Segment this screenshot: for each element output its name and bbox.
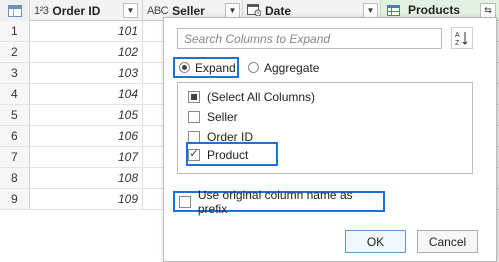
order-id-cell[interactable]: 102 [30,42,143,62]
order-id-cell[interactable]: 106 [30,126,143,146]
item-label: Product [207,147,249,162]
order-id-cell[interactable]: 108 [30,168,143,188]
prefix-checkbox[interactable] [179,195,191,208]
order-id-cell[interactable]: 109 [30,189,143,209]
order-id-cell[interactable]: 105 [30,105,143,125]
column-title: Seller [172,3,205,18]
column-item-product[interactable]: Product [188,145,248,164]
item-label: (Select All Columns) [207,89,316,104]
seller-checkbox[interactable] [188,110,200,123]
aggregate-radio[interactable] [248,62,259,73]
row-number[interactable]: 8 [0,168,30,188]
expand-columns-popup: Search Columns to Expand A Z Expand Aggr… [163,17,497,262]
aggregate-option[interactable]: Aggregate [246,57,319,78]
filter-dropdown-button[interactable]: ▼ [225,3,240,18]
order-id-cell[interactable]: 107 [30,147,143,167]
text-type-icon[interactable]: ABC [147,5,169,17]
order-id-cell[interactable]: 101 [30,21,143,41]
order-id-cell[interactable]: 104 [30,84,143,104]
filter-dropdown-button[interactable]: ▼ [123,3,138,18]
prefix-option[interactable]: Use original column name as prefix [173,188,385,216]
row-number[interactable]: 2 [0,42,30,62]
row-number[interactable]: 9 [0,189,30,209]
number-type-icon[interactable]: 1²3 [34,5,49,17]
table-icon [8,4,22,17]
select-all-item[interactable]: (Select All Columns) [188,87,315,106]
search-columns-input[interactable]: Search Columns to Expand [177,28,442,49]
aggregate-label: Aggregate [264,60,320,75]
select-all-checkbox[interactable] [188,90,200,103]
product-checkbox[interactable] [188,148,200,161]
column-item-seller[interactable]: Seller [188,107,238,126]
column-header-order-id[interactable]: 1²3 Order ID ▼ [30,0,143,21]
order-id-cell[interactable]: 103 [30,63,143,83]
expand-column-icon[interactable]: ⇆ [480,3,496,18]
row-number[interactable]: 7 [0,147,30,167]
row-number[interactable]: 5 [0,105,30,125]
column-title: Products [408,3,461,17]
row-number[interactable]: 1 [0,21,30,41]
row-number[interactable]: 3 [0,63,30,83]
column-title: Date [265,3,292,18]
order-id-checkbox[interactable] [188,130,200,143]
columns-listbox: (Select All Columns) Seller Order ID Pro… [177,82,473,174]
expand-option[interactable]: Expand [173,57,239,78]
cancel-button[interactable]: Cancel [417,230,478,253]
ok-button[interactable]: OK [345,230,406,253]
table-menu-button[interactable] [0,0,30,21]
row-number[interactable]: 6 [0,126,30,146]
prefix-label: Use original column name as prefix [197,187,353,216]
expand-label: Expand [195,60,236,75]
sort-az-icon[interactable]: A Z [451,27,473,49]
expand-radio[interactable] [179,62,190,73]
filter-dropdown-button[interactable]: ▼ [363,3,378,18]
svg-text:Z: Z [455,40,460,46]
table-type-icon [387,4,400,16]
item-label: Seller [207,109,238,124]
svg-text:A: A [455,32,460,39]
row-number[interactable]: 4 [0,84,30,104]
column-title: Order ID [52,3,101,18]
